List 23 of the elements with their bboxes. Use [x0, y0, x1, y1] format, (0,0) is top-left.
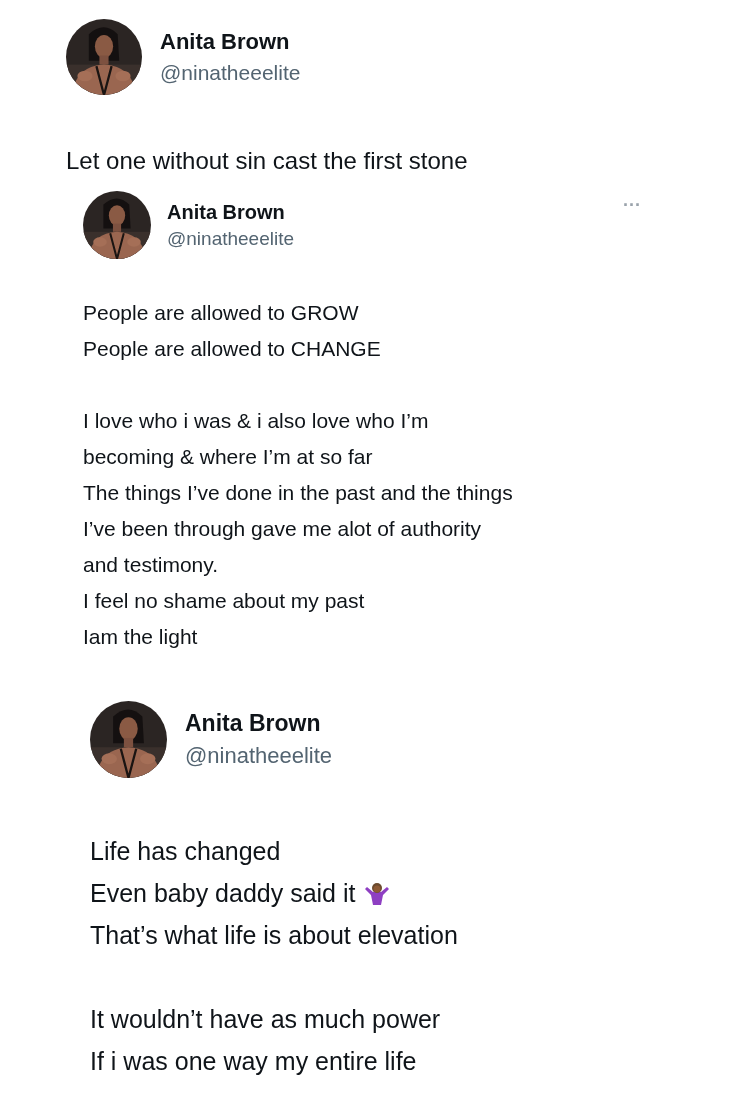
post-text: Let one without sin cast the first stone: [66, 146, 469, 176]
author-handle: @ninatheeelite: [160, 61, 301, 85]
author-name: Anita Brown: [160, 29, 291, 55]
post-text: Life has changed: [90, 836, 282, 867]
post-text: Iam the light: [83, 624, 199, 650]
post-text: and testimony.: [83, 552, 219, 578]
author-name: Anita Brown: [185, 710, 322, 737]
post-text: Even baby daddy said it: [90, 878, 356, 909]
post-text: If i was one way my entire life: [90, 1046, 418, 1077]
author-name: Anita Brown: [167, 200, 286, 224]
post-text: That’s what life is about elevation: [90, 920, 459, 951]
shrug-icon: [363, 881, 392, 905]
post-text: I’ve been through gave me alot of authority: [83, 516, 483, 542]
post-text: I feel no shame about my past: [83, 588, 366, 614]
post-text: It wouldn’t have as much power: [90, 1004, 442, 1035]
post-text: The things I’ve done in the past and the things: [83, 480, 514, 506]
post-text: I love who i was & i also love who I’m: [83, 408, 430, 434]
post-text: People are allowed to GROW: [83, 300, 360, 326]
post-text: becoming & where I’m at so far: [83, 444, 374, 470]
post-text: People are allowed to CHANGE: [83, 336, 382, 362]
author-handle: @ninatheeelite: [185, 743, 333, 769]
author-handle: @ninatheeelite: [167, 227, 295, 250]
more-menu[interactable]: ···: [623, 195, 641, 216]
